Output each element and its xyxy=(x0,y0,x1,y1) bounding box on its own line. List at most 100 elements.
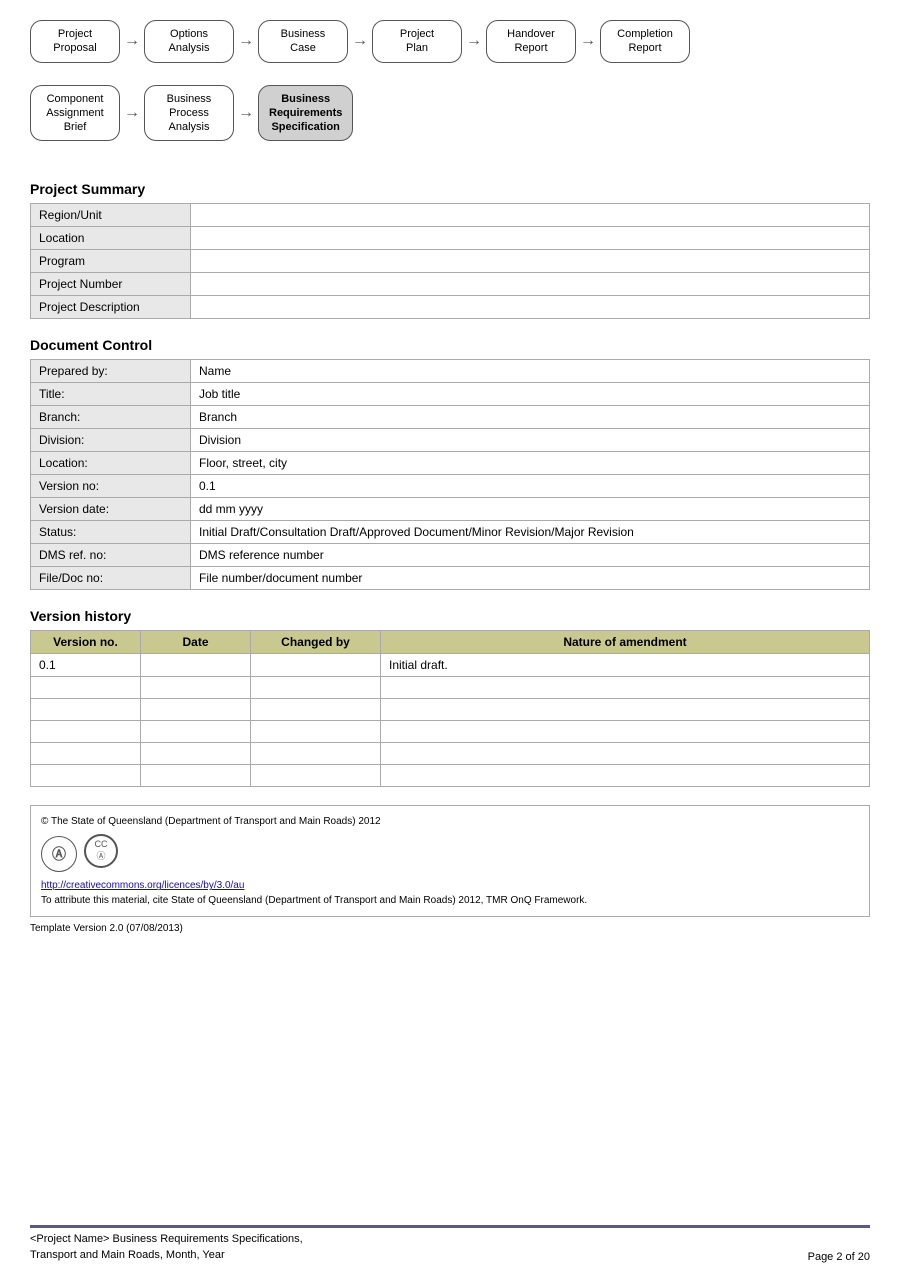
field-label: Program xyxy=(31,250,191,273)
cell-amendment xyxy=(381,699,870,721)
field-label: Version date: xyxy=(31,498,191,521)
field-value: Initial Draft/Consultation Draft/Approve… xyxy=(191,521,870,544)
table-row: DMS ref. no: DMS reference number xyxy=(31,544,870,567)
document-control-table: Prepared by: Name Title: Job title Branc… xyxy=(30,359,870,590)
cc-row: Ⓐ CC Ⓐ xyxy=(41,833,859,874)
copyright-text: © The State of Queensland (Department of… xyxy=(41,814,859,829)
table-row: Version no: 0.1 xyxy=(31,475,870,498)
svg-text:Ⓐ: Ⓐ xyxy=(96,851,105,861)
page-footer-right: Page 2 of 20 xyxy=(808,1251,870,1263)
field-value: Job title xyxy=(191,383,870,406)
field-value xyxy=(191,296,870,319)
col-version-no: Version no. xyxy=(31,631,141,654)
field-label: Branch: xyxy=(31,406,191,429)
table-row: Location: Floor, street, city xyxy=(31,452,870,475)
table-row xyxy=(31,765,870,787)
footer-line1: <Project Name> Business Requirements Spe… xyxy=(30,1232,303,1247)
field-label: Prepared by: xyxy=(31,360,191,383)
project-summary-table: Region/Unit Location Program Project Num… xyxy=(30,203,870,319)
flow1-arrow-1: → xyxy=(124,32,140,50)
page-footer-left: <Project Name> Business Requirements Spe… xyxy=(30,1232,303,1263)
cell-date xyxy=(141,654,251,677)
flow2-arrow-2: → xyxy=(238,104,254,122)
field-label: File/Doc no: xyxy=(31,567,191,590)
document-control-heading: Document Control xyxy=(30,337,870,353)
flow2-row: ComponentAssignmentBrief → BusinessProce… xyxy=(30,85,870,142)
flow1-arrow-2: → xyxy=(238,32,254,50)
page-footer-inner: <Project Name> Business Requirements Spe… xyxy=(30,1225,870,1263)
flow1-step-business-case: BusinessCase xyxy=(258,20,348,63)
field-label: DMS ref. no: xyxy=(31,544,191,567)
project-summary-heading: Project Summary xyxy=(30,181,870,197)
flow2-step-business-requirements-specification: BusinessRequirementsSpecification xyxy=(258,85,353,142)
cell-version xyxy=(31,699,141,721)
template-version: Template Version 2.0 (07/08/2013) xyxy=(30,923,870,934)
flow1-step-project-proposal: ProjectProposal xyxy=(30,20,120,63)
table-row: Prepared by: Name xyxy=(31,360,870,383)
table-row: Region/Unit xyxy=(31,204,870,227)
cc-icon: Ⓐ xyxy=(41,836,77,872)
table-row: Project Number xyxy=(31,273,870,296)
field-value xyxy=(191,204,870,227)
cc-logo-svg: CC Ⓐ xyxy=(83,833,119,869)
field-label: Location xyxy=(31,227,191,250)
cell-amendment: Initial draft. xyxy=(381,654,870,677)
table-row xyxy=(31,699,870,721)
table-row: Program xyxy=(31,250,870,273)
field-value xyxy=(191,250,870,273)
flow1: ProjectProposal → OptionsAnalysis → Busi… xyxy=(30,20,870,67)
flow1-arrow-4: → xyxy=(466,32,482,50)
cell-changed-by xyxy=(251,699,381,721)
field-value: Branch xyxy=(191,406,870,429)
col-date: Date xyxy=(141,631,251,654)
attribution-text: To attribute this material, cite State o… xyxy=(41,893,859,908)
flow2-arrow-1: → xyxy=(124,104,140,122)
field-label: Status: xyxy=(31,521,191,544)
flow2: ComponentAssignmentBrief → BusinessProce… xyxy=(30,85,870,146)
cell-date xyxy=(141,677,251,699)
field-value: Name xyxy=(191,360,870,383)
cell-changed-by xyxy=(251,677,381,699)
table-row: Title: Job title xyxy=(31,383,870,406)
page: ProjectProposal → OptionsAnalysis → Busi… xyxy=(0,0,900,1273)
field-label: Title: xyxy=(31,383,191,406)
field-label: Division: xyxy=(31,429,191,452)
flow2-step-business-process-analysis: BusinessProcessAnalysis xyxy=(144,85,234,142)
version-history-table: Version no. Date Changed by Nature of am… xyxy=(30,630,870,787)
cell-amendment xyxy=(381,743,870,765)
flow1-step-handover-report: HandoverReport xyxy=(486,20,576,63)
field-value: Division xyxy=(191,429,870,452)
field-label: Project Description xyxy=(31,296,191,319)
cell-amendment xyxy=(381,721,870,743)
cell-amendment xyxy=(381,765,870,787)
table-row: Branch: Branch xyxy=(31,406,870,429)
cell-date xyxy=(141,721,251,743)
table-row xyxy=(31,743,870,765)
field-value: DMS reference number xyxy=(191,544,870,567)
cell-changed-by xyxy=(251,743,381,765)
table-row: Status: Initial Draft/Consultation Draft… xyxy=(31,521,870,544)
field-value: dd mm yyyy xyxy=(191,498,870,521)
field-label: Version no: xyxy=(31,475,191,498)
flow1-step-project-plan: ProjectPlan xyxy=(372,20,462,63)
footer-line2: Transport and Main Roads, Month, Year xyxy=(30,1248,303,1263)
flow2-step-component-assignment-brief: ComponentAssignmentBrief xyxy=(30,85,120,142)
flow1-arrow-5: → xyxy=(580,32,596,50)
flow1-step-options-analysis: OptionsAnalysis xyxy=(144,20,234,63)
table-header-row: Version no. Date Changed by Nature of am… xyxy=(31,631,870,654)
field-value: File number/document number xyxy=(191,567,870,590)
table-row: Division: Division xyxy=(31,429,870,452)
page-footer: <Project Name> Business Requirements Spe… xyxy=(30,1185,870,1263)
cell-changed-by xyxy=(251,721,381,743)
table-row: File/Doc no: File number/document number xyxy=(31,567,870,590)
cell-version: 0.1 xyxy=(31,654,141,677)
field-value xyxy=(191,273,870,296)
cell-version xyxy=(31,677,141,699)
table-row: Version date: dd mm yyyy xyxy=(31,498,870,521)
cell-date xyxy=(141,765,251,787)
cc-link[interactable]: http://creativecommons.org/licences/by/3… xyxy=(41,878,859,893)
flow1-arrow-3: → xyxy=(352,32,368,50)
version-history-heading: Version history xyxy=(30,608,870,624)
field-value: Floor, street, city xyxy=(191,452,870,475)
col-changed-by: Changed by xyxy=(251,631,381,654)
